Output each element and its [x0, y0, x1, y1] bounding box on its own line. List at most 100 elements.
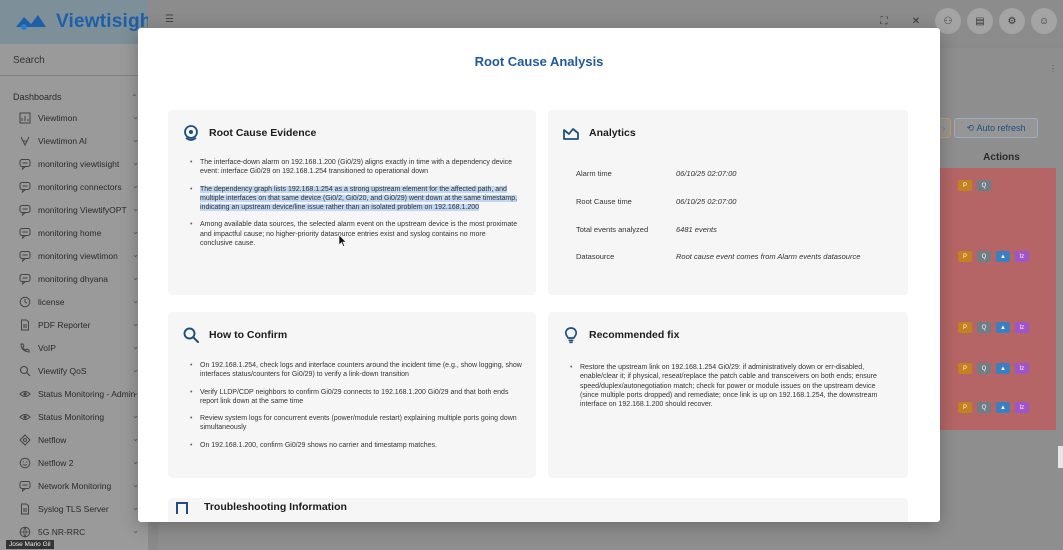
- analytics-label: Datasource: [576, 252, 615, 261]
- evidence-list: The interface-down alarm on 192.168.1.20…: [190, 158, 520, 256]
- row-actions: P Q ▲ lz: [958, 402, 1029, 413]
- sidebar-item-label: Network Monitoring: [38, 480, 112, 491]
- chart-area-icon: [562, 124, 580, 142]
- analytics-value: 06/10/25 02:07:00: [676, 169, 737, 178]
- evidence-item: Among available data sources, the select…: [190, 220, 520, 248]
- sidebar-item[interactable]: monitoring viewtisight ⌄: [0, 152, 148, 175]
- sidebar-item[interactable]: Viewtify QoS ⌄: [0, 359, 148, 382]
- alert-button[interactable]: ▲: [996, 363, 1010, 374]
- sidebar-item-label: monitoring ViewtifyOPT: [38, 204, 127, 215]
- monitor-chat-icon: [18, 157, 31, 170]
- confirm-item: Verify LLDP/CDP neighbors to confirm Gi0…: [190, 388, 524, 407]
- alert-button[interactable]: ▲: [996, 402, 1010, 413]
- more-options-icon[interactable]: ⋮: [1049, 64, 1057, 73]
- monitor-chat-icon: [18, 272, 31, 285]
- user-tooltip: Jose Mario Gil: [6, 540, 54, 549]
- row-actions: P Q: [958, 180, 991, 191]
- analytics-value: 6481 events: [676, 225, 717, 234]
- sidebar-item-label: Status Monitoring: [38, 411, 105, 422]
- selected-text[interactable]: The dependency graph lists 192.168.1.254…: [200, 185, 518, 212]
- sidebar-item-label: monitoring dhyana: [38, 273, 108, 284]
- sidebar-item[interactable]: VoIP ⌄: [0, 336, 148, 359]
- auto-refresh-button[interactable]: ⟲ Auto refresh: [954, 118, 1038, 138]
- sidebar-item[interactable]: monitoring home ⌄: [0, 221, 148, 244]
- analytics-card: Analytics Alarm time 06/10/25 02:07:00 R…: [548, 110, 908, 295]
- menu-collapse-icon[interactable]: ☰: [165, 14, 174, 25]
- diamond-icon: [18, 433, 31, 446]
- evidence-card-header: Root Cause Evidence: [182, 124, 316, 142]
- flag-button[interactable]: P: [958, 363, 972, 374]
- sidebar-item[interactable]: Status Monitoring - Admin ⌄: [0, 382, 148, 405]
- user-icon[interactable]: ☺: [1031, 8, 1057, 34]
- chevron-up-icon[interactable]: ⌃: [131, 93, 138, 102]
- dashboard-grid-icon: [18, 111, 31, 124]
- analytics-label: Root Cause time: [576, 197, 632, 206]
- sidebar-item[interactable]: PDF Reporter ⌄: [0, 313, 148, 336]
- sidebar-item[interactable]: license ⌄: [0, 290, 148, 313]
- smile-icon: [18, 456, 31, 469]
- fix-title: Recommended fix: [589, 329, 680, 341]
- document-icon[interactable]: ▤: [967, 8, 993, 34]
- sidebar-item[interactable]: monitoring connectors ⌄: [0, 175, 148, 198]
- monitor-chat-icon: [18, 203, 31, 216]
- chart-button[interactable]: lz: [1015, 322, 1029, 333]
- flag-button[interactable]: P: [958, 251, 972, 262]
- sidebar-item-label: Viewtimon AI: [38, 135, 87, 146]
- confirm-item: Review system logs for concurrent events…: [190, 414, 524, 433]
- chart-button[interactable]: lz: [1015, 402, 1029, 413]
- fix-card: Recommended fix Restore the upstream lin…: [548, 312, 908, 478]
- troubleshooting-icon: [176, 502, 188, 514]
- actions-column-header: Actions: [983, 151, 1020, 163]
- alert-button[interactable]: ▲: [996, 322, 1010, 333]
- confirm-card-header: How to Confirm: [182, 326, 287, 344]
- analytics-value: Root cause event comes from Alarm events…: [676, 252, 861, 261]
- flag-button[interactable]: P: [958, 180, 972, 191]
- settings-icon[interactable]: ⚙: [999, 8, 1025, 34]
- ai-sparkle-icon: [18, 134, 31, 147]
- search-button[interactable]: Q: [977, 363, 991, 374]
- search-button[interactable]: Q: [977, 322, 991, 333]
- sidebar-item[interactable]: Syslog TLS Server ⌄: [0, 497, 148, 520]
- sidebar-item[interactable]: Status Monitoring ⌄: [0, 405, 148, 428]
- search-button[interactable]: Q: [977, 251, 991, 262]
- sidebar-item[interactable]: Network Monitoring ⌄: [0, 474, 148, 497]
- confirm-list: On 192.168.1.254, check logs and interfa…: [190, 361, 524, 458]
- globe-icon: [18, 525, 31, 538]
- sidebar-item-label: VoIP: [38, 342, 56, 353]
- eye-icon: [18, 387, 31, 400]
- chevron-down-icon[interactable]: ⌄: [132, 526, 139, 535]
- analytics-value: 06/10/25 02:07:00: [676, 197, 737, 206]
- sidebar-section-dashboards[interactable]: Dashboards: [13, 92, 62, 102]
- confirm-item: On 192.168.1.200, confirm Gi0/29 shows n…: [190, 441, 524, 451]
- sidebar-item[interactable]: Viewtimon AI ⌄: [0, 129, 148, 152]
- search-button[interactable]: Q: [977, 180, 991, 191]
- search-button[interactable]: Q: [977, 402, 991, 413]
- mouse-cursor-icon: [339, 235, 347, 247]
- fix-card-header: Recommended fix: [562, 326, 679, 344]
- scrollbar-thumb[interactable]: [1058, 446, 1063, 468]
- sidebar-item[interactable]: Viewtimon ⌄: [0, 106, 148, 129]
- sidebar-item[interactable]: Netflow 2 ⌄: [0, 451, 148, 474]
- confirm-item: On 192.168.1.254, check logs and interfa…: [190, 361, 524, 380]
- chart-button[interactable]: lz: [1015, 363, 1029, 374]
- document-icon: [18, 318, 31, 331]
- fix-list: Restore the upstream link on 192.168.1.2…: [570, 363, 894, 417]
- sidebar-list: Viewtimon ⌄ Viewtimon AI ⌄ monitoring viewti…: [0, 106, 148, 543]
- sidebar-item-label: Syslog TLS Server: [38, 503, 109, 514]
- monitor-chat-icon: [18, 226, 31, 239]
- target-icon: [182, 124, 200, 142]
- chart-button[interactable]: lz: [1015, 251, 1029, 262]
- sidebar-item[interactable]: monitoring dhyana ⌄: [0, 267, 148, 290]
- alert-button[interactable]: ▲: [996, 251, 1010, 262]
- search-icon: [18, 364, 31, 377]
- evidence-item: The interface-down alarm on 192.168.1.20…: [190, 158, 520, 177]
- flag-button[interactable]: P: [958, 402, 972, 413]
- sidebar-search-input[interactable]: Search: [0, 46, 148, 76]
- sidebar-item[interactable]: Netflow ⌄: [0, 428, 148, 451]
- auto-refresh-label: Auto refresh: [976, 123, 1026, 133]
- sidebar-item[interactable]: monitoring viewtimon ⌄: [0, 244, 148, 267]
- sidebar-item[interactable]: monitoring ViewtifyOPT ⌄: [0, 198, 148, 221]
- sidebar-item-label: monitoring viewtisight: [38, 158, 120, 169]
- modal-title: Root Cause Analysis: [474, 54, 604, 69]
- flag-button[interactable]: P: [958, 322, 972, 333]
